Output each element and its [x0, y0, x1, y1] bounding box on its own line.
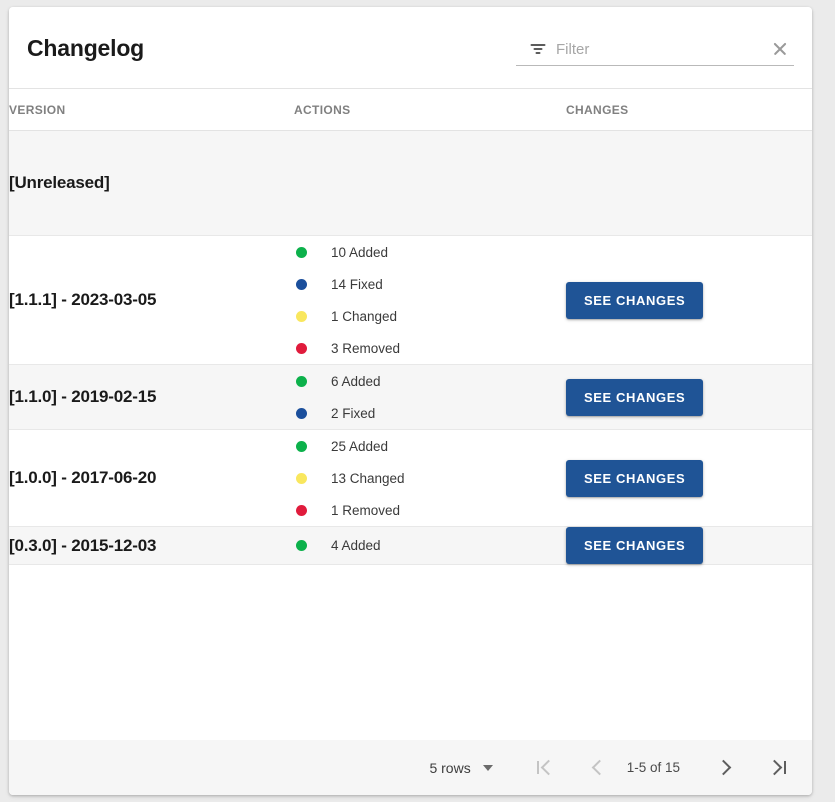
previous-page-icon[interactable]	[581, 751, 615, 785]
chevron-down-icon	[482, 764, 493, 771]
actions-cell	[294, 131, 566, 236]
table-row[interactable]: [1.1.0] - 2019-02-15 6 Added 2 Fixed SEE…	[9, 364, 812, 430]
action-label: 13 Changed	[331, 470, 405, 486]
status-dot-added	[296, 375, 307, 387]
status-dot-changed	[296, 310, 307, 322]
pagination-range-label: 1-5 of 15	[626, 760, 680, 775]
action-item: 4 Added	[294, 530, 566, 562]
action-item: 13 Changed	[294, 462, 566, 494]
filter-list-icon	[529, 42, 546, 56]
pagination-bar: 5 rows 1-5 of 15	[9, 740, 812, 795]
filter-field[interactable]	[516, 33, 794, 66]
filter-input[interactable]	[554, 34, 758, 64]
action-label: 1 Removed	[331, 502, 401, 518]
see-changes-button[interactable]: SEE CHANGES	[566, 527, 704, 564]
status-dot-fixed	[296, 407, 307, 419]
action-label: 2 Fixed	[331, 405, 376, 421]
action-label: 1 Changed	[331, 308, 398, 324]
next-page-chevron	[715, 759, 732, 776]
status-dot-added	[296, 246, 307, 258]
action-item: 1 Changed	[294, 300, 566, 332]
action-item: 3 Removed	[294, 332, 566, 364]
action-label: 25 Added	[331, 438, 389, 454]
status-dot-removed	[296, 504, 307, 516]
action-item: 6 Added	[294, 365, 566, 397]
see-changes-button[interactable]: SEE CHANGES	[566, 281, 704, 319]
action-label: 3 Removed	[331, 340, 401, 356]
first-page-bar	[537, 761, 540, 774]
empty-actions	[294, 131, 566, 235]
actions-cell: 25 Added 13 Changed 1 Removed	[294, 430, 566, 527]
column-header-actions[interactable]: ACTIONS	[294, 88, 566, 131]
table-header: VERSION ACTIONS CHANGES	[9, 88, 812, 131]
action-item: 10 Added	[294, 236, 566, 268]
action-item: 25 Added	[294, 430, 566, 462]
action-item: 1 Removed	[294, 494, 566, 526]
version-cell: [Unreleased]	[9, 173, 110, 192]
column-header-version[interactable]: VERSION	[9, 88, 294, 131]
previous-page-chevron	[591, 759, 607, 776]
actions-cell: 4 Added	[294, 527, 566, 565]
actions-cell: 6 Added 2 Fixed	[294, 365, 566, 430]
last-page-icon[interactable]	[760, 751, 794, 785]
see-changes-button[interactable]: SEE CHANGES	[566, 459, 704, 497]
status-dot-fixed	[296, 278, 307, 290]
table-row[interactable]: [1.1.1] - 2023-03-05 10 Added 14 Fixed 1…	[9, 235, 812, 365]
action-item: 2 Fixed	[294, 397, 566, 429]
changes-cell	[566, 131, 812, 236]
page-title: Changelog	[27, 35, 145, 61]
changes-cell: SEE CHANGES	[566, 365, 812, 430]
changes-cell: SEE CHANGES	[566, 430, 812, 527]
table-header-row: VERSION ACTIONS CHANGES	[9, 88, 812, 131]
last-page-chevron	[766, 759, 782, 776]
status-dot-removed	[296, 342, 307, 354]
actions-cell: 10 Added 14 Fixed 1 Changed 3 Removed	[294, 236, 566, 365]
version-cell: [1.1.1] - 2023-03-05	[9, 290, 157, 309]
table-body: [Unreleased] [1.1.1] - 2023-03-05 10 Add…	[9, 130, 812, 565]
rows-per-page-select[interactable]: 5 rows	[429, 759, 493, 776]
toolbar: Changelog	[9, 7, 812, 88]
column-header-changes[interactable]: CHANGES	[566, 88, 812, 131]
version-cell: [0.3.0] - 2015-12-03	[9, 535, 157, 555]
last-page-bar	[783, 761, 786, 774]
see-changes-button[interactable]: SEE CHANGES	[566, 378, 704, 416]
first-page-icon[interactable]	[529, 751, 563, 785]
table-row[interactable]: [0.3.0] - 2015-12-03 4 Added SEE CHANGES	[9, 526, 812, 565]
close-icon[interactable]	[770, 39, 790, 59]
table-row[interactable]: [Unreleased]	[9, 130, 812, 236]
action-item: 14 Fixed	[294, 268, 566, 300]
action-label: 6 Added	[331, 373, 381, 389]
status-dot-added	[296, 440, 307, 452]
version-cell: [1.0.0] - 2017-06-20	[9, 468, 157, 487]
action-label: 10 Added	[331, 244, 389, 260]
changes-cell: SEE CHANGES	[566, 527, 812, 565]
version-cell: [1.1.0] - 2019-02-15	[9, 387, 157, 406]
changelog-table: VERSION ACTIONS CHANGES [Unreleased] [1.…	[9, 88, 812, 565]
status-dot-added	[296, 540, 307, 551]
changelog-card: Changelog VERSION ACTIONS CHANGES [Unrel…	[9, 7, 812, 795]
next-page-icon[interactable]	[708, 751, 742, 785]
first-page-chevron	[540, 759, 557, 776]
table-row[interactable]: [1.0.0] - 2017-06-20 25 Added 13 Changed…	[9, 429, 812, 527]
rows-per-page-label: 5 rows	[429, 759, 471, 776]
action-label: 14 Fixed	[331, 276, 383, 292]
action-label: 4 Added	[331, 538, 381, 553]
changes-cell: SEE CHANGES	[566, 236, 812, 365]
status-dot-changed	[296, 472, 307, 484]
